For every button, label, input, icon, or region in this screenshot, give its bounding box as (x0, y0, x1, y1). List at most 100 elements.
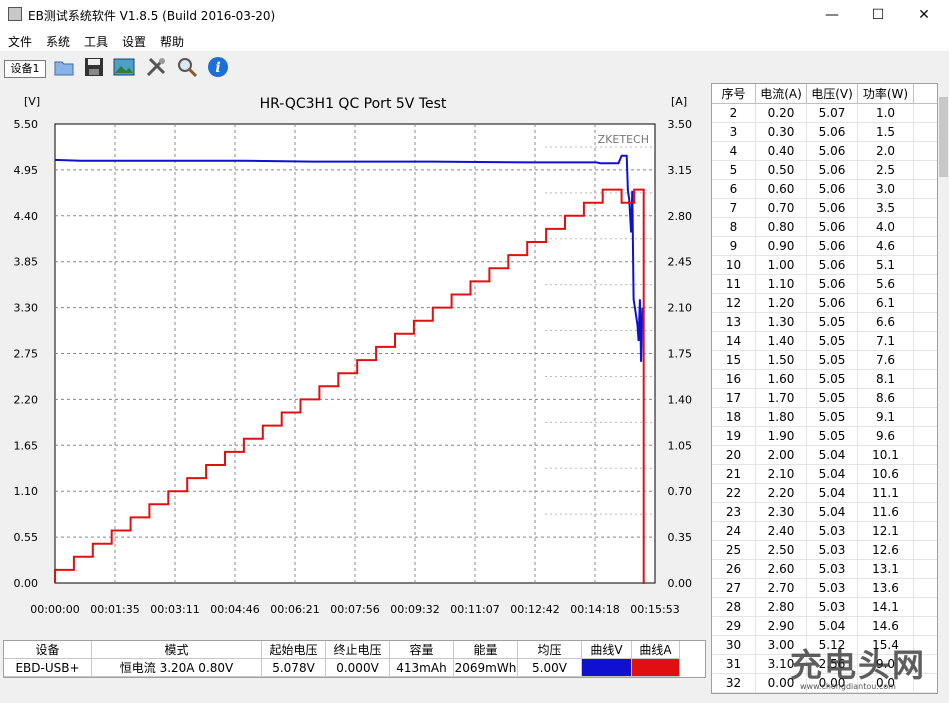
header-index[interactable]: 序号 (712, 84, 756, 103)
x-tick-label: 00:01:35 (90, 603, 139, 616)
table-row[interactable]: 3 0.30 5.06 1.5 (712, 123, 937, 142)
table-row[interactable]: 16 1.60 5.05 8.1 (712, 370, 937, 389)
summary-value: 413mAh (390, 659, 454, 677)
table-row[interactable]: 22 2.20 5.04 11.1 (712, 484, 937, 503)
table-cell: 0.80 (756, 218, 807, 236)
table-row[interactable]: 29 2.90 5.04 14.6 (712, 617, 937, 636)
table-cell: 5.06 (807, 275, 858, 293)
table-cell: 6.6 (858, 313, 914, 331)
table-cell: 12.1 (858, 522, 914, 540)
scrollbar-thumb[interactable] (939, 97, 948, 177)
summary-value: 5.00V (518, 659, 582, 677)
table-cell: 5.04 (807, 484, 858, 502)
table-cell: 5.05 (807, 427, 858, 445)
table-row[interactable]: 2 0.20 5.07 1.0 (712, 104, 937, 123)
table-row[interactable]: 12 1.20 5.06 6.1 (712, 294, 937, 313)
table-cell: 23 (712, 503, 756, 521)
minimize-button[interactable]: — (809, 0, 855, 30)
search-icon[interactable] (175, 55, 199, 79)
table-cell: 18 (712, 408, 756, 426)
header-voltage[interactable]: 电压(V) (807, 84, 858, 103)
image-icon[interactable] (112, 55, 136, 79)
table-cell: 27 (712, 579, 756, 597)
app-window: EB测试系统软件 V1.8.5 (Build 2016-03-20) — ☐ ✕… (0, 0, 949, 703)
table-cell: 5.06 (807, 161, 858, 179)
y-right-tick-label: 3.50 (668, 118, 693, 131)
table-cell: 2.00 (756, 446, 807, 464)
table-row[interactable]: 8 0.80 5.06 4.0 (712, 218, 937, 237)
x-tick-label: 00:04:46 (210, 603, 259, 616)
chart-grid (54, 123, 656, 584)
table-row[interactable]: 23 2.30 5.04 11.6 (712, 503, 937, 522)
y-left-tick-label: 5.50 (14, 118, 39, 131)
table-cell: 5.05 (807, 332, 858, 350)
table-row[interactable]: 14 1.40 5.05 7.1 (712, 332, 937, 351)
menu-help[interactable]: 帮助 (160, 33, 184, 50)
menu-file[interactable]: 文件 (8, 33, 32, 50)
table-cell: 6.1 (858, 294, 914, 312)
table-row[interactable]: 27 2.70 5.03 13.6 (712, 579, 937, 598)
table-cell: 5.06 (807, 294, 858, 312)
table-cell: 14.1 (858, 598, 914, 616)
summary-header: 能量 (454, 641, 518, 659)
info-icon[interactable]: i (206, 55, 230, 79)
table-row[interactable]: 9 0.90 5.06 4.6 (712, 237, 937, 256)
table-row[interactable]: 7 0.70 5.06 3.5 (712, 199, 937, 218)
table-row[interactable]: 20 2.00 5.04 10.1 (712, 446, 937, 465)
table-row[interactable]: 10 1.00 5.06 5.1 (712, 256, 937, 275)
table-row[interactable]: 5 0.50 5.06 2.5 (712, 161, 937, 180)
table-cell: 13.1 (858, 560, 914, 578)
table-row[interactable]: 25 2.50 5.03 12.6 (712, 541, 937, 560)
table-row[interactable]: 6 0.60 5.06 3.0 (712, 180, 937, 199)
table-cell: 1.90 (756, 427, 807, 445)
y-left-tick-label: 0.00 (14, 577, 39, 590)
table-row[interactable]: 17 1.70 5.05 8.6 (712, 389, 937, 408)
table-row[interactable]: 15 1.50 5.05 7.6 (712, 351, 937, 370)
table-cell: 5.07 (807, 104, 858, 122)
menu-settings[interactable]: 设置 (122, 33, 146, 50)
table-cell: 26 (712, 560, 756, 578)
x-tick-label: 00:14:18 (570, 603, 619, 616)
table-cell: 10 (712, 256, 756, 274)
table-cell: 5.05 (807, 351, 858, 369)
table-row[interactable]: 11 1.10 5.06 5.6 (712, 275, 937, 294)
table-cell: 5.05 (807, 370, 858, 388)
device-tab[interactable]: 设备1 (4, 60, 46, 78)
header-current[interactable]: 电流(A) (756, 84, 807, 103)
folder-icon[interactable] (52, 55, 76, 79)
summary-value: 2069mWh (454, 659, 518, 677)
table-row[interactable]: 21 2.10 5.04 10.6 (712, 465, 937, 484)
y-right-tick-label: 2.45 (668, 256, 693, 269)
table-cell: 5.06 (807, 142, 858, 160)
table-row[interactable]: 26 2.60 5.03 13.1 (712, 560, 937, 579)
table-cell: 32 (712, 674, 756, 692)
maximize-button[interactable]: ☐ (855, 0, 901, 30)
y-right-unit: [A] (671, 95, 687, 108)
tools-icon[interactable] (144, 55, 168, 79)
summary-header: 终止电压 (326, 641, 390, 659)
table-row[interactable]: 28 2.80 5.03 14.1 (712, 598, 937, 617)
table-row[interactable]: 13 1.30 5.05 6.6 (712, 313, 937, 332)
table-row[interactable]: 4 0.40 5.06 2.0 (712, 142, 937, 161)
table-row[interactable]: 24 2.40 5.03 12.1 (712, 522, 937, 541)
table-cell: 4.0 (858, 218, 914, 236)
y-left-tick-label: 1.10 (14, 485, 39, 498)
summary-table: 设备 模式 起始电压 终止电压 容量 能量 均压 曲线V 曲线A EBD-USB+ 恒电流 3.2… (3, 640, 706, 678)
menu-system[interactable]: 系统 (46, 33, 70, 50)
x-tick-label: 00:03:11 (150, 603, 199, 616)
table-cell: 5.05 (807, 313, 858, 331)
table-cell: 10.1 (858, 446, 914, 464)
table-row[interactable]: 19 1.90 5.05 9.6 (712, 427, 937, 446)
summary-header: 设备 (4, 641, 92, 659)
x-tick-label: 00:15:53 (630, 603, 679, 616)
x-tick-label: 00:09:32 (390, 603, 439, 616)
table-scrollbar[interactable] (938, 83, 949, 694)
table-cell: 1.0 (858, 104, 914, 122)
menu-tools[interactable]: 工具 (84, 33, 108, 50)
y-left-tick-label: 3.85 (14, 256, 39, 269)
table-row[interactable]: 18 1.80 5.05 9.1 (712, 408, 937, 427)
close-button[interactable]: ✕ (901, 0, 947, 30)
header-power[interactable]: 功率(W) (858, 84, 914, 103)
save-icon[interactable] (82, 55, 106, 79)
svg-text:i: i (215, 60, 220, 76)
